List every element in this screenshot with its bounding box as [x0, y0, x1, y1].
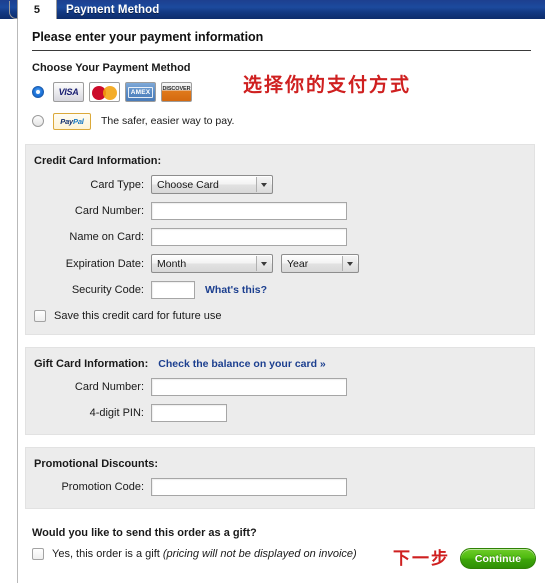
chevron-down-icon: [256, 177, 271, 192]
expiration-year-select[interactable]: Year: [281, 254, 359, 273]
save-card-label: Save this credit card for future use: [54, 310, 222, 322]
gift-card-number-label: Card Number:: [74, 381, 144, 393]
expiration-year-value: Year: [287, 257, 309, 270]
chevron-down-icon: [256, 256, 271, 271]
name-on-card-row: Name on Card:: [26, 228, 534, 246]
card-type-row: Card Type: Choose Card: [26, 175, 534, 194]
discover-logo-text: DISCOVER: [162, 86, 191, 92]
save-card-checkbox[interactable]: [34, 310, 46, 322]
discover-logo: DISCOVER: [161, 82, 192, 102]
step-number-tab: 5: [17, 0, 57, 19]
amex-logo-text: AMEX: [127, 86, 154, 98]
gift-order-note: (pricing will not be displayed on invoic…: [162, 548, 357, 560]
radio-credit-card[interactable]: [32, 86, 44, 98]
paypal-tagline: The safer, easier way to pay.: [101, 115, 235, 127]
mastercard-circle-yellow: [103, 86, 117, 100]
paypal-logo-text-pay: Pay: [60, 116, 74, 126]
mastercard-logo: [89, 82, 120, 102]
gift-card-pin-row: 4-digit PIN:: [26, 404, 534, 422]
gift-order-question: Would you like to send this order as a g…: [32, 527, 257, 539]
step-number: 5: [33, 3, 41, 16]
promotion-code-label: Promotion Code:: [61, 481, 144, 493]
save-card-row[interactable]: Save this credit card for future use: [34, 310, 534, 322]
continue-button[interactable]: Continue: [460, 548, 536, 569]
visa-logo-text: VISA: [58, 87, 79, 97]
promotional-panel-title: Promotional Discounts:: [34, 458, 159, 470]
accepted-card-logos: VISA AMEX DISCOVER: [53, 82, 192, 102]
payment-option-paypal[interactable]: Pay Pal The safer, easier way to pay.: [32, 110, 545, 132]
annotation-next-step: 下一步: [393, 549, 450, 569]
amex-logo: AMEX: [125, 82, 156, 102]
security-code-row: Security Code: What's this?: [26, 281, 534, 299]
credit-card-panel: Credit Card Information: Card Type: Choo…: [25, 144, 535, 335]
step-title: Payment Method: [66, 3, 160, 16]
card-type-label: Card Type:: [90, 178, 144, 191]
gift-order-label-text: Yes, this order is a gift: [52, 548, 163, 560]
footer-actions: Continue: [460, 548, 536, 569]
card-type-value: Choose Card: [157, 178, 219, 191]
expiration-date-row: Expiration Date: Month Year: [26, 254, 534, 273]
gift-order-checkbox[interactable]: [32, 548, 44, 560]
promotion-code-row: Promotion Code:: [26, 478, 534, 496]
gift-card-number-row: Card Number:: [26, 378, 534, 396]
security-code-input[interactable]: [151, 281, 195, 299]
radio-paypal[interactable]: [32, 115, 44, 127]
paypal-logo: Pay Pal: [53, 112, 91, 130]
gift-card-pin-input[interactable]: [151, 404, 227, 422]
promotion-code-input[interactable]: [151, 478, 347, 496]
name-on-card-label: Name on Card:: [69, 231, 144, 243]
security-code-label: Security Code:: [71, 284, 144, 296]
payment-method-page: 5 Payment Method Please enter your payme…: [0, 0, 545, 583]
check-balance-link[interactable]: Check the balance on your card »: [158, 358, 325, 370]
whats-this-link[interactable]: What's this?: [205, 284, 267, 296]
paypal-logo-text-pal: Pal: [73, 116, 84, 126]
page-content: Please enter your payment information Ch…: [17, 19, 545, 583]
credit-card-panel-title: Credit Card Information:: [34, 155, 162, 167]
visa-logo: VISA: [53, 82, 84, 102]
card-number-row: Card Number:: [26, 202, 534, 220]
gift-order-label: Yes, this order is a gift (pricing will …: [52, 548, 357, 560]
card-number-input[interactable]: [151, 202, 347, 220]
name-on-card-input[interactable]: [151, 228, 347, 246]
expiration-month-value: Month: [157, 257, 187, 270]
annotation-choose-method: 选择你的支付方式: [243, 74, 412, 96]
card-type-select[interactable]: Choose Card: [151, 175, 273, 194]
expiration-month-select[interactable]: Month: [151, 254, 273, 273]
gift-card-pin-label: 4-digit PIN:: [89, 407, 144, 419]
gift-card-title-text: Gift Card Information:: [34, 358, 149, 370]
expiration-date-label: Expiration Date:: [65, 257, 144, 270]
gift-card-panel-title: Gift Card Information: Check the balance…: [34, 358, 534, 370]
chevron-down-icon: [342, 256, 357, 271]
card-number-label: Card Number:: [74, 205, 144, 217]
page-title: Please enter your payment information: [32, 30, 531, 51]
gift-card-panel: Gift Card Information: Check the balance…: [25, 347, 535, 435]
gift-card-number-input[interactable]: [151, 378, 347, 396]
promotional-discounts-panel: Promotional Discounts: Promotion Code:: [25, 447, 535, 509]
